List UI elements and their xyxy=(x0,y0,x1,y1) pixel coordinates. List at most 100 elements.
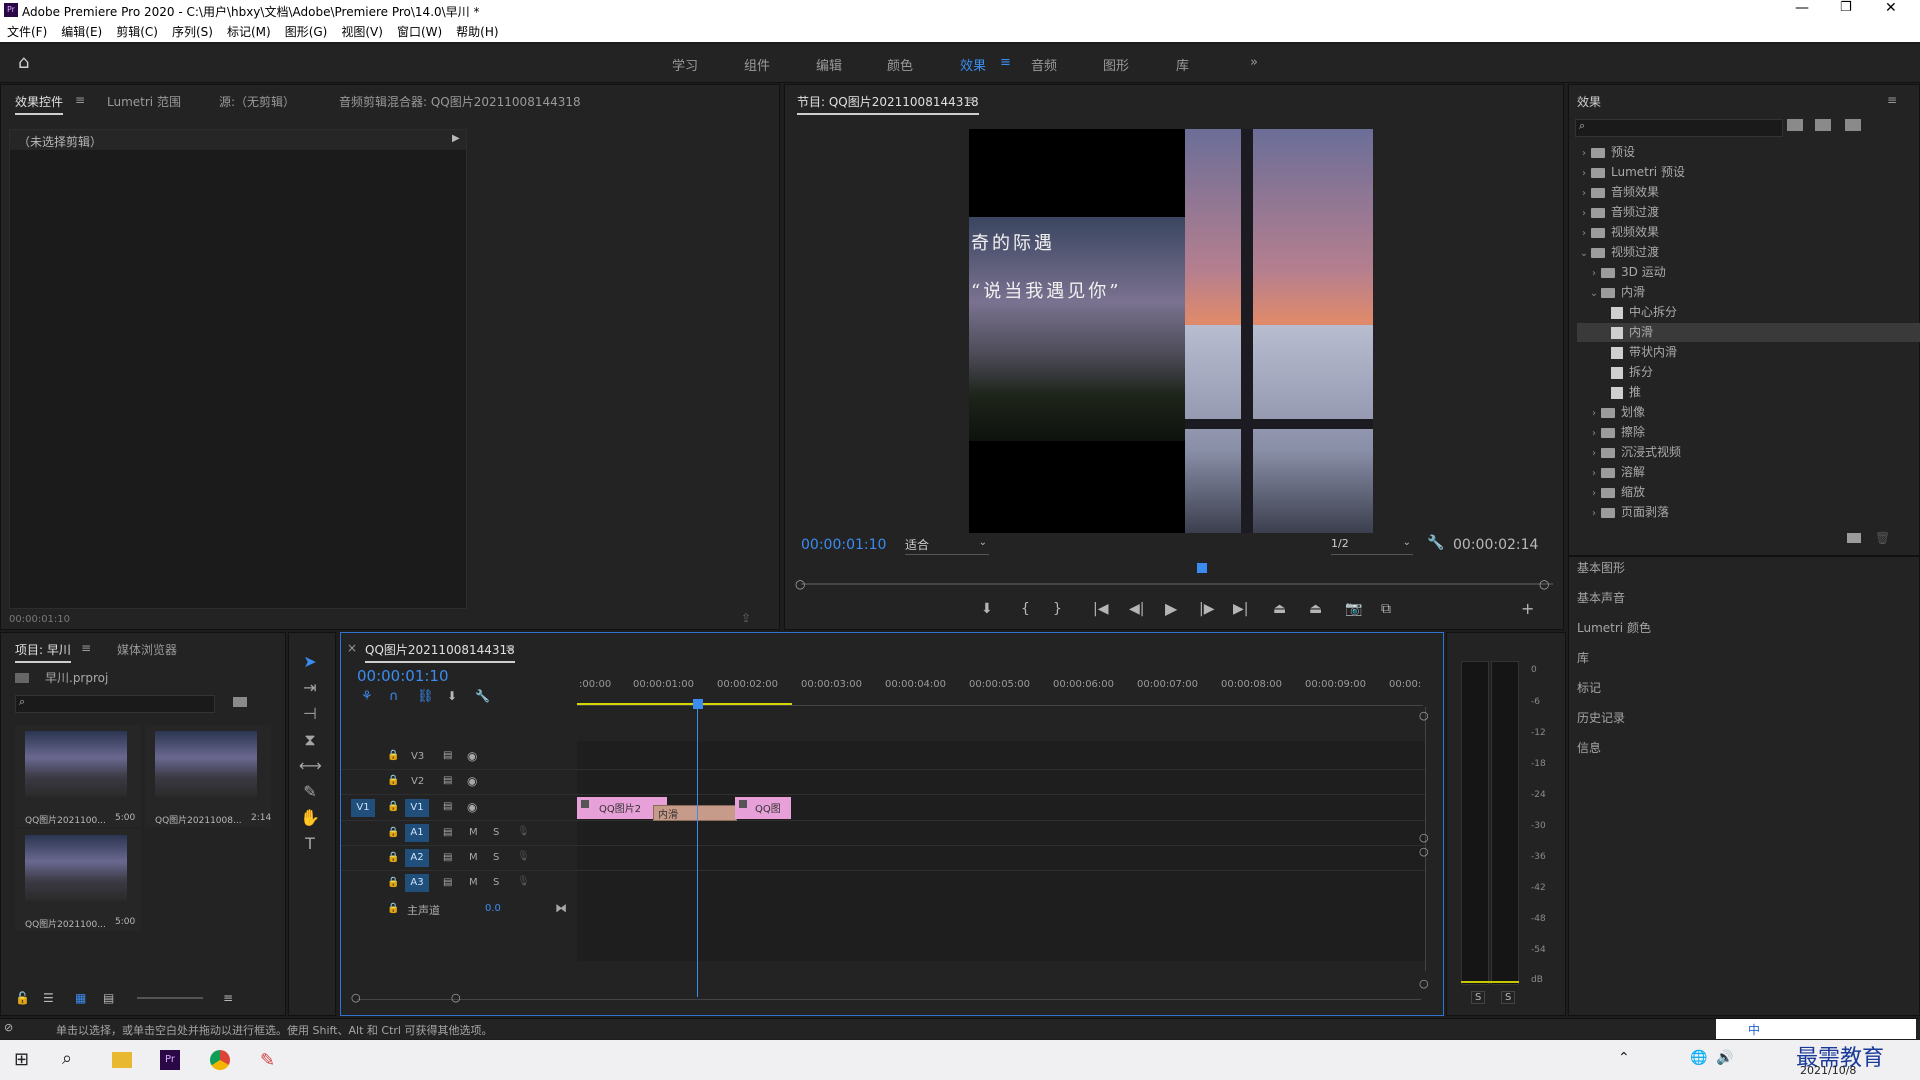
nest-icon[interactable]: ⚘ xyxy=(361,689,373,704)
solo-button[interactable]: S xyxy=(493,852,499,863)
sync-lock-icon[interactable]: ▤ xyxy=(443,827,452,838)
network-icon[interactable]: 🌐 xyxy=(1690,1050,1707,1066)
tree-push[interactable]: 推 xyxy=(1577,383,1920,402)
microphone-icon[interactable]: 🎙 xyxy=(517,851,530,862)
solo-button[interactable]: S xyxy=(493,827,499,838)
solo-right-button[interactable]: S xyxy=(1501,991,1516,1004)
workspace-learn[interactable]: 学习 xyxy=(672,55,698,74)
master-volume-value[interactable]: 0.0 xyxy=(485,903,501,914)
tree-audio-transitions[interactable]: › 音频过渡 xyxy=(1577,203,1907,222)
export-icon[interactable]: ⇪ xyxy=(741,611,751,625)
scroll-handle[interactable]: ○ xyxy=(1419,977,1429,990)
tab-effect-controls[interactable]: 效果控件 xyxy=(15,93,64,115)
track-lock-icon[interactable]: 🔒 xyxy=(387,877,399,888)
chevron-down-icon[interactable]: ⌄ xyxy=(1587,288,1601,299)
sync-lock-icon[interactable]: ▤ xyxy=(443,801,452,812)
mark-in-icon[interactable]: { xyxy=(1021,601,1030,617)
panel-lumetri-color[interactable]: Lumetri 颜色 xyxy=(1577,619,1651,636)
razor-tool-icon[interactable]: ⧗ xyxy=(299,729,321,751)
project-item[interactable]: QQ图片2021100... 5:00 xyxy=(15,829,141,931)
menu-marker[interactable]: 标记(M) xyxy=(220,20,278,43)
close-sequence-icon[interactable]: × xyxy=(347,641,357,655)
zoom-handle-right[interactable]: ○ xyxy=(1539,577,1549,591)
windows-start-icon[interactable]: ⊞ xyxy=(14,1049,29,1070)
scroll-handle[interactable]: ○ xyxy=(1419,831,1429,844)
premiere-taskbar-icon[interactable]: Pr xyxy=(160,1050,180,1070)
ime-language[interactable]: 中 xyxy=(1748,1021,1760,1038)
eye-icon[interactable]: ◉ xyxy=(467,749,477,763)
menu-clip[interactable]: 剪辑(C) xyxy=(109,20,165,43)
microphone-icon[interactable]: 🎙 xyxy=(517,876,530,887)
video-clip[interactable]: QQ图 xyxy=(735,797,791,819)
tree-dissolve[interactable]: › 溶解 xyxy=(1577,463,1917,482)
chrome-icon[interactable] xyxy=(210,1050,230,1070)
mute-button[interactable]: M xyxy=(469,827,478,838)
add-marker-icon[interactable]: ⬇ xyxy=(447,689,457,703)
tab-lumetri-scopes[interactable]: Lumetri 范围 xyxy=(107,93,181,110)
scroll-handle[interactable]: ○ xyxy=(1419,845,1429,858)
extract-icon[interactable]: ⏏ xyxy=(1309,601,1322,617)
workspace-color[interactable]: 颜色 xyxy=(887,55,913,74)
fit-dropdown[interactable]: 适合 ⌄ xyxy=(905,536,989,555)
search-icon[interactable]: ⌕ xyxy=(62,1048,72,1069)
close-icon[interactable]: ✕ xyxy=(1885,0,1897,16)
mute-button[interactable]: M xyxy=(469,852,478,863)
wrench-icon[interactable]: 🔧 xyxy=(1427,535,1444,551)
tree-page-peel[interactable]: › 页面剥落 xyxy=(1577,503,1917,522)
timeline-horizontal-scrollbar[interactable] xyxy=(357,999,1421,1000)
chevron-right-icon[interactable]: › xyxy=(1587,448,1601,459)
workspace-menu-icon[interactable]: ≡ xyxy=(1000,55,1011,70)
track-target-a2[interactable]: A2 xyxy=(405,849,429,867)
panel-essential-graphics[interactable]: 基本图形 xyxy=(1577,559,1625,576)
tree-video-transitions[interactable]: ⌄ 视频过渡 xyxy=(1577,243,1907,262)
chevron-right-icon[interactable]: › xyxy=(1587,268,1601,279)
track-lock-icon[interactable]: 🔒 xyxy=(387,775,399,786)
microphone-icon[interactable]: 🎙 xyxy=(517,826,530,837)
timeline-settings-icon[interactable]: 🔧 xyxy=(475,689,490,703)
sequence-tab[interactable]: QQ图片20211008144318 xyxy=(365,641,515,663)
solo-left-button[interactable]: S xyxy=(1471,991,1486,1004)
mark-out-icon[interactable]: } xyxy=(1053,601,1062,617)
project-search-input[interactable]: ⌕ xyxy=(15,695,215,713)
chevron-right-icon[interactable]: › xyxy=(1587,508,1601,519)
maximize-icon[interactable]: ❐ xyxy=(1840,0,1852,15)
project-item[interactable]: QQ图片2021100... 5:00 xyxy=(15,725,141,827)
hand-tool-icon[interactable]: ✋ xyxy=(299,807,321,829)
zoom-slider[interactable] xyxy=(137,997,203,999)
eye-icon[interactable]: ◉ xyxy=(467,774,477,788)
add-marker-icon[interactable]: ⬇ xyxy=(981,601,993,617)
chevron-right-icon[interactable]: › xyxy=(1587,468,1601,479)
panel-markers[interactable]: 标记 xyxy=(1577,679,1601,696)
sync-lock-icon[interactable]: ▤ xyxy=(443,852,452,863)
new-bin-icon[interactable] xyxy=(1847,533,1861,543)
workspace-audio[interactable]: 音频 xyxy=(1031,55,1057,74)
zoom-handle-left[interactable]: ○ xyxy=(351,991,361,1004)
solo-button[interactable]: S xyxy=(493,877,499,888)
paint-icon[interactable]: ✎ xyxy=(260,1050,275,1071)
quality-dropdown[interactable]: 1/2 ⌄ xyxy=(1331,536,1413,555)
chevron-down-icon[interactable]: ⌄ xyxy=(1577,248,1591,259)
track-lock-icon[interactable]: 🔒 xyxy=(387,852,399,863)
panel-menu-icon[interactable]: ≡ xyxy=(75,93,85,107)
slip-tool-icon[interactable]: ⟷ xyxy=(299,755,322,777)
menu-graphics[interactable]: 图形(G) xyxy=(278,20,335,43)
program-menu-icon[interactable]: ≡ xyxy=(965,93,975,107)
menu-view[interactable]: 视图(V) xyxy=(334,20,390,43)
track-lock-icon[interactable]: 🔒 xyxy=(387,750,399,761)
chevron-right-icon[interactable]: › xyxy=(1587,408,1601,419)
transition-clip[interactable]: 内滑 xyxy=(653,805,737,821)
track-lock-icon[interactable]: 🔒 xyxy=(387,827,399,838)
tree-slide-effect[interactable]: 内滑 xyxy=(1577,323,1920,342)
tree-center-split[interactable]: 中心拆分 xyxy=(1577,303,1920,322)
playhead[interactable] xyxy=(693,699,703,709)
scroll-handle[interactable]: ○ xyxy=(1419,709,1429,722)
home-icon[interactable]: ⌂ xyxy=(18,52,29,73)
lift-icon[interactable]: ⏏ xyxy=(1273,601,1286,617)
pen-tool-icon[interactable]: ✎ xyxy=(299,781,321,803)
effects-menu-icon[interactable]: ≡ xyxy=(1887,93,1897,107)
list-view-icon[interactable]: ☰ xyxy=(43,991,54,1005)
button-editor-icon[interactable]: + xyxy=(1521,599,1534,618)
workspace-libraries[interactable]: 库 xyxy=(1176,55,1189,74)
workspace-assembly[interactable]: 组件 xyxy=(744,55,770,74)
chevron-right-icon[interactable]: › xyxy=(1587,488,1601,499)
